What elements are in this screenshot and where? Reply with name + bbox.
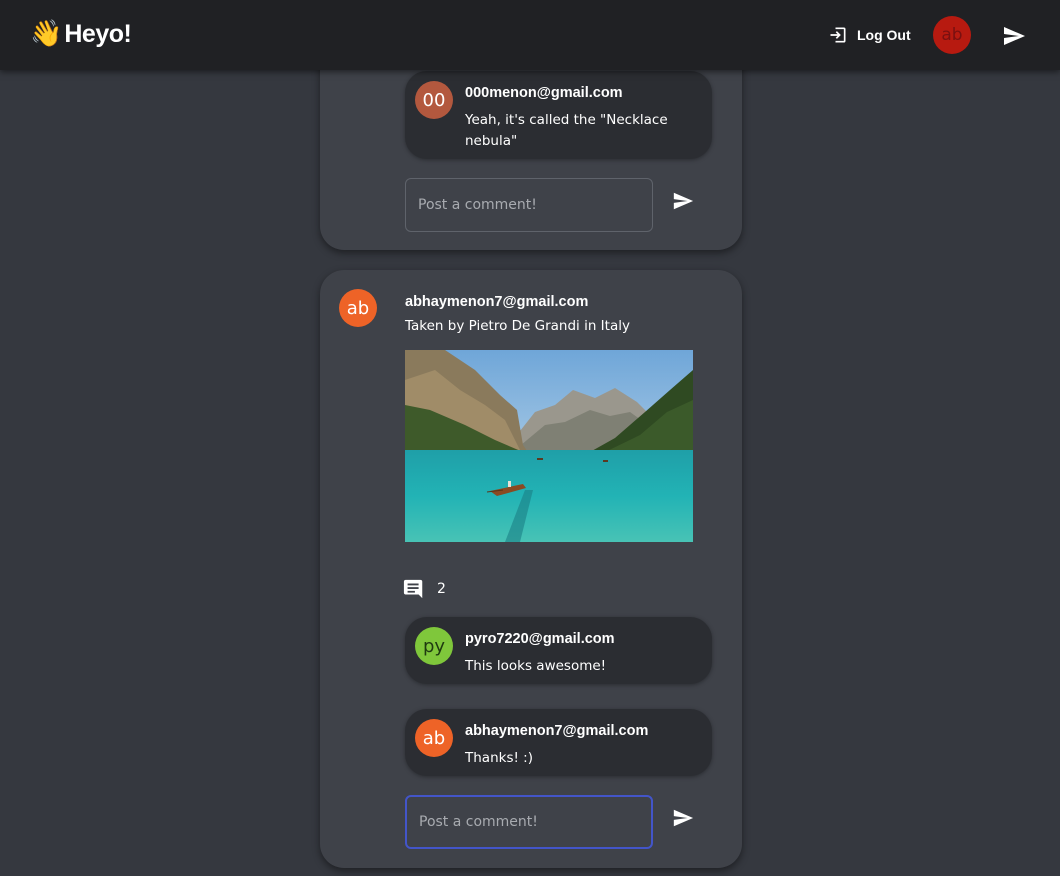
lake-mountain-photo: [405, 350, 693, 542]
comment-author[interactable]: abhaymenon7@gmail.com: [465, 723, 648, 739]
send-comment-icon[interactable]: [672, 807, 694, 829]
comment-count: 2: [437, 581, 446, 597]
avatar-initials: 00: [422, 89, 446, 111]
user-avatar-initials: ab: [941, 25, 963, 45]
logout-button[interactable]: Log Out: [828, 23, 911, 47]
comment-item: ab abhaymenon7@gmail.com Thanks! :): [405, 709, 712, 776]
comment-author[interactable]: pyro7220@gmail.com: [465, 631, 615, 647]
comment-text: Thanks! :): [465, 750, 534, 766]
comment-icon: [403, 579, 423, 599]
commenter-avatar: py: [415, 627, 453, 665]
brand-logo[interactable]: 👋 Heyo!: [30, 16, 132, 52]
logout-label: Log Out: [857, 27, 911, 43]
comment-item: py pyro7220@gmail.com This looks awesome…: [405, 617, 712, 684]
post-card: ab abhaymenon7@gmail.com Taken by Pietro…: [320, 270, 742, 868]
brand-name: Heyo!: [64, 19, 132, 48]
comment-item: 00 000menon@gmail.com Yeah, it's called …: [405, 71, 712, 159]
avatar-initials: ab: [346, 297, 370, 319]
comment-text: Yeah, it's called the "Necklace nebula": [465, 112, 668, 149]
top-navbar: 👋 Heyo! Log Out ab: [0, 0, 1060, 70]
comment-input[interactable]: [405, 795, 653, 849]
send-comment-icon[interactable]: [672, 190, 694, 212]
post-author[interactable]: abhaymenon7@gmail.com: [405, 294, 588, 310]
waving-hand-icon: 👋: [30, 19, 63, 49]
comment-text: This looks awesome!: [465, 658, 607, 674]
comment-count-row[interactable]: 2: [403, 578, 446, 600]
comment-author[interactable]: 000menon@gmail.com: [465, 85, 623, 101]
comment-input[interactable]: [405, 178, 653, 232]
post-image[interactable]: [405, 350, 693, 542]
commenter-avatar: ab: [415, 719, 453, 757]
logout-icon: [830, 27, 846, 43]
commenter-avatar: 00: [415, 81, 453, 119]
user-avatar[interactable]: ab: [933, 16, 971, 54]
post-author-avatar[interactable]: ab: [339, 289, 377, 327]
avatar-initials: py: [422, 635, 446, 657]
send-icon[interactable]: [1002, 24, 1026, 48]
post-caption: Taken by Pietro De Grandi in Italy: [405, 318, 630, 334]
avatar-initials: ab: [422, 727, 446, 749]
